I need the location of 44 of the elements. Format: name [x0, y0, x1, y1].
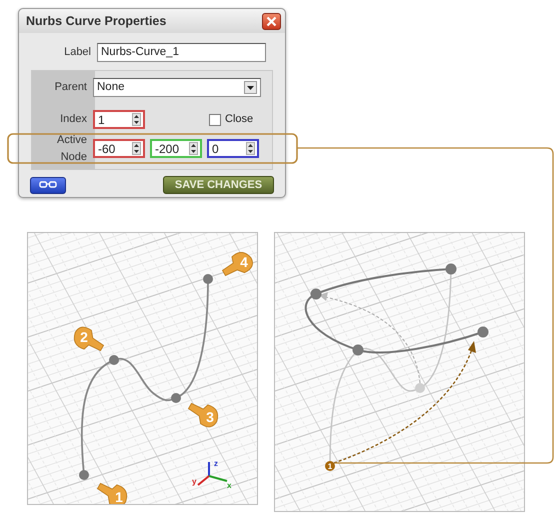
close-icon [266, 16, 277, 26]
spin-field[interactable]: -200 [150, 139, 202, 158]
window-title: Nurbs Curve Properties [26, 12, 166, 30]
axis-label: x [227, 481, 232, 490]
control-point [203, 274, 213, 284]
pointing-hand-icon [188, 403, 218, 428]
spin-field[interactable]: 0 [207, 139, 259, 158]
marker-number: 1 [328, 462, 332, 471]
step-number: 2 [80, 329, 88, 345]
step-number: 3 [206, 409, 214, 425]
spin-field[interactable]: 1 [93, 110, 145, 129]
control-point [79, 470, 89, 480]
control-point [171, 393, 181, 403]
close-button[interactable] [262, 12, 281, 30]
field-label: Label [63, 45, 92, 60]
glasses-button[interactable] [30, 176, 66, 194]
control-point [478, 326, 488, 338]
node-marker [325, 461, 335, 471]
control-point [109, 355, 119, 365]
pointing-hand-icon [74, 326, 104, 351]
axis-label: y [192, 477, 196, 486]
axis-gizmo-icon [197, 462, 228, 486]
field-label: Parent [54, 80, 88, 96]
pointing-hand-icon [222, 252, 253, 276]
spin-arrows-icon [246, 142, 255, 155]
step-number: 1 [115, 489, 123, 504]
control-point [352, 344, 364, 356]
pointing-hand-icon [97, 483, 128, 504]
previous-control-point [415, 383, 425, 393]
glasses-icon [39, 181, 57, 189]
label-field[interactable]: Nurbs-Curve_1 [97, 43, 266, 62]
spin-arrows-icon [189, 142, 198, 155]
step-number: 4 [240, 254, 248, 270]
field-label: Index [59, 112, 88, 128]
spin-arrows-icon [132, 142, 141, 155]
checkbox-label: Close [225, 112, 254, 128]
parent-dropdown[interactable]: None [93, 78, 261, 97]
control-point [310, 288, 322, 300]
field-label: Active Node [56, 133, 88, 164]
checkbox[interactable] [209, 114, 221, 126]
spin-field[interactable]: -60 [93, 139, 145, 158]
axis-label: z [214, 459, 218, 468]
control-point [446, 264, 456, 274]
spin-arrows-icon [132, 113, 141, 126]
